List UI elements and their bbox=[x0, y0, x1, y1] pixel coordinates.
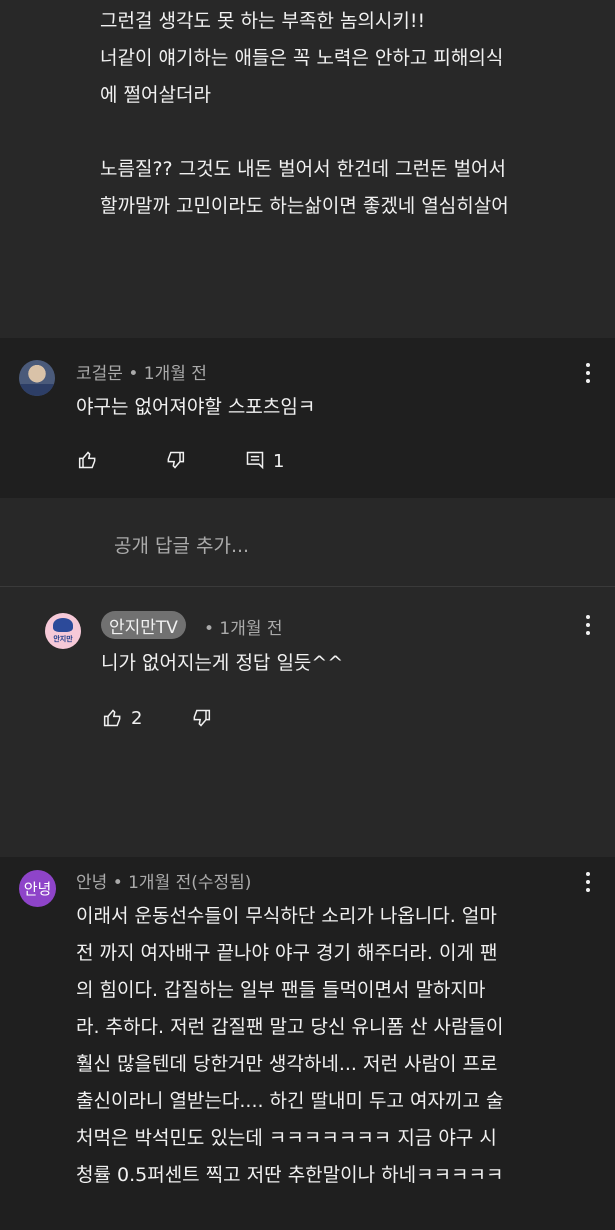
avatar-label: 안녕 bbox=[23, 880, 52, 898]
more-vert-icon[interactable] bbox=[586, 872, 592, 896]
avatar[interactable] bbox=[19, 360, 55, 396]
avatar[interactable]: 안지만 bbox=[45, 613, 81, 649]
comment-thread: 안녕 안녕 • 1개월 전(수정됨) 이래서 운동선수들이 무식하단 소리가 나… bbox=[0, 857, 615, 1230]
comment-meta: 안녕 • 1개월 전(수정됨) bbox=[76, 868, 251, 893]
reply-thread: 안지만 안지만TV • 1개월 전 니가 없어지는게 정답 일듯^^ 2 bbox=[0, 587, 615, 857]
reply-text: 니가 없어지는게 정답 일듯^^ bbox=[101, 652, 344, 674]
reply-icon[interactable] bbox=[245, 450, 265, 470]
thumbs-down-icon[interactable] bbox=[165, 450, 185, 470]
timestamp: • 1개월 전 bbox=[204, 619, 283, 639]
more-vert-icon[interactable] bbox=[586, 615, 592, 639]
timestamp: • 1개월 전(수정됨) bbox=[112, 873, 252, 893]
comment-text: 이래서 운동선수들이 무식하단 소리가 나옵니다. 얼마 전 까지 여자배구 끝… bbox=[76, 905, 504, 1186]
author-name[interactable]: 안지만TV bbox=[109, 613, 178, 638]
more-vert-icon[interactable] bbox=[586, 363, 592, 387]
author-badge[interactable]: 안지만TV bbox=[101, 611, 186, 639]
top-comment: 그런걸 생각도 못 하는 부족한 놈의시키!! 너같이 얘기하는 애들은 꼭 노… bbox=[0, 0, 615, 338]
avatar-label: 안지만 bbox=[53, 635, 73, 643]
thumbs-up-icon[interactable] bbox=[103, 708, 123, 728]
comment-text: 그런걸 생각도 못 하는 부족한 놈의시키!! 너같이 얘기하는 애들은 꼭 노… bbox=[100, 10, 509, 217]
author-name[interactable]: 안녕 bbox=[76, 873, 107, 893]
comment-thread: 코걸문 • 1개월 전 야구는 없어져야할 스포츠임ㅋ 1 bbox=[0, 338, 615, 498]
reply-input-area: 공개 답글 추가... bbox=[0, 498, 615, 586]
thumbs-up-icon[interactable] bbox=[78, 450, 98, 470]
avatar[interactable]: 안녕 bbox=[19, 870, 56, 907]
thumbs-down-icon[interactable] bbox=[191, 708, 211, 728]
comment-text: 야구는 없어져야할 스포츠임ㅋ bbox=[76, 396, 316, 418]
like-count: 2 bbox=[131, 708, 143, 729]
comment-meta: 코걸문 • 1개월 전 bbox=[76, 359, 207, 384]
reply-count[interactable]: 1 bbox=[273, 451, 284, 472]
timestamp: • 1개월 전 bbox=[128, 364, 207, 384]
author-name[interactable]: 코걸문 bbox=[76, 364, 123, 384]
reply-input[interactable]: 공개 답글 추가... bbox=[114, 531, 249, 558]
